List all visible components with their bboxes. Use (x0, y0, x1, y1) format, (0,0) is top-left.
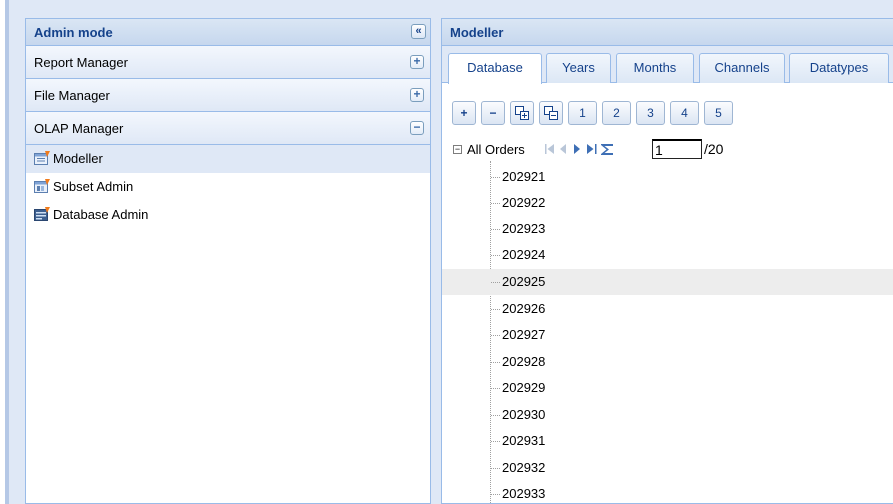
tree-node[interactable]: 202923 (442, 216, 893, 242)
menu-item-label: Subset Admin (53, 179, 134, 194)
tree-node[interactable]: 202922 (442, 190, 893, 216)
tree-node[interactable]: 202926 (442, 296, 893, 322)
tree-node-label: 202930 (502, 407, 546, 422)
subset-admin-icon (34, 179, 50, 193)
tree-node[interactable]: 202927 (442, 322, 893, 348)
tree-node[interactable]: 202921 (442, 164, 893, 190)
level-5-button[interactable]: 5 (704, 101, 733, 125)
modeller-panel: Modeller Database Years Months Channels … (441, 18, 893, 504)
collapse-all-icon (544, 106, 558, 120)
tree-node-label: 202928 (502, 354, 546, 369)
tree-node[interactable]: 202931 (442, 428, 893, 454)
tree-node[interactable]: 202933 (442, 481, 893, 503)
tree-node[interactable]: 202932 (442, 455, 893, 481)
first-page-icon[interactable] (544, 143, 556, 155)
database-admin-icon (34, 207, 50, 221)
menu-item-label: Modeller (53, 151, 103, 166)
window-edge (0, 0, 9, 504)
admin-panel-header: Admin mode « (26, 19, 430, 46)
tree-node-label: 202924 (502, 247, 546, 262)
tree-node[interactable]: 202928 (442, 349, 893, 375)
tree-node-label: 202921 (502, 169, 546, 184)
tree-node[interactable]: 202930 (442, 402, 893, 428)
expand-all-icon (515, 106, 529, 120)
tree-node-label: 202923 (502, 221, 546, 236)
expand-all-button[interactable] (510, 101, 534, 125)
tab-datatypes[interactable]: Datatypes (789, 53, 889, 83)
tree-node-label: 202922 (502, 195, 546, 210)
section-file-manager[interactable]: File Manager + (26, 79, 430, 112)
tree-node-label: 202931 (502, 433, 546, 448)
sum-icon[interactable] (600, 143, 614, 156)
section-label: Report Manager (34, 55, 128, 70)
remove-button[interactable]: − (481, 101, 505, 125)
page-total: /20 (704, 141, 724, 157)
expand-icon[interactable]: + (410, 55, 424, 69)
menu-item-modeller[interactable]: Modeller (26, 145, 430, 173)
expand-icon[interactable]: + (410, 88, 424, 102)
admin-panel-title: Admin mode (34, 25, 113, 40)
section-label: File Manager (34, 88, 110, 103)
tree-node-label: 202927 (502, 327, 546, 342)
page-number-input[interactable] (652, 139, 702, 159)
tab-months[interactable]: Months (616, 53, 694, 83)
section-report-manager[interactable]: Report Manager + (26, 46, 430, 79)
tree-node-label: 202926 (502, 301, 546, 316)
level-1-button[interactable]: 1 (568, 101, 597, 125)
level-3-button[interactable]: 3 (636, 101, 665, 125)
level-2-button[interactable]: 2 (602, 101, 631, 125)
modeller-panel-title: Modeller (450, 25, 504, 40)
tree-node-label: 202925 (502, 274, 546, 289)
collapse-panel-button[interactable]: « (411, 24, 426, 39)
collapse-icon[interactable]: − (410, 121, 424, 135)
tab-database[interactable]: Database (448, 53, 542, 84)
tab-channels[interactable]: Channels (699, 53, 785, 83)
collapse-all-button[interactable] (539, 101, 563, 125)
level-4-button[interactable]: 4 (670, 101, 699, 125)
tree-node-label: 202932 (502, 460, 546, 475)
next-page-icon[interactable] (572, 143, 582, 155)
admin-panel: Admin mode « Report Manager + File Manag… (25, 18, 431, 504)
add-button[interactable]: + (452, 101, 476, 125)
tree-collapse-icon[interactable]: − (453, 145, 462, 154)
tree-root-row[interactable]: − All Orders /20 (442, 139, 893, 163)
section-label: OLAP Manager (34, 121, 124, 136)
last-page-icon[interactable] (586, 143, 598, 155)
tree-node[interactable]: 202929 (442, 375, 893, 401)
tree-node[interactable]: 202924 (442, 242, 893, 268)
tab-strip: Database Years Months Channels Datatypes (442, 46, 893, 84)
tree-node-hovered[interactable]: 202925 (442, 269, 893, 295)
modeller-icon (34, 151, 50, 165)
tree-node-label: 202933 (502, 486, 546, 501)
tree-root-label: All Orders (467, 142, 525, 157)
menu-item-subset-admin[interactable]: Subset Admin (26, 173, 430, 201)
tab-years[interactable]: Years (546, 53, 611, 83)
previous-page-icon[interactable] (558, 143, 568, 155)
menu-item-label: Database Admin (53, 207, 149, 222)
tree-node-label: 202929 (502, 380, 546, 395)
section-olap-manager[interactable]: OLAP Manager − (26, 112, 430, 145)
menu-item-database-admin[interactable]: Database Admin (26, 201, 430, 229)
modeller-panel-header: Modeller (442, 19, 893, 46)
